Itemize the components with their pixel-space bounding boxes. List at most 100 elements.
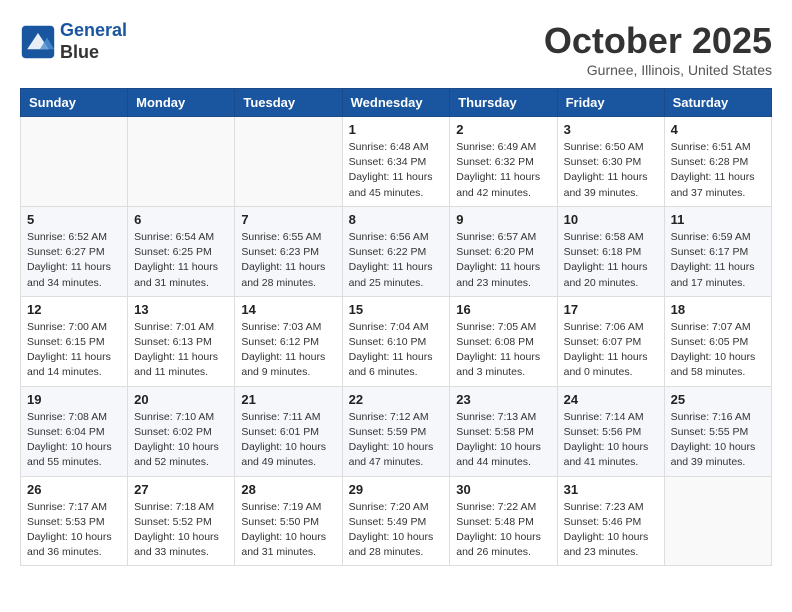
day-number: 16 bbox=[456, 302, 550, 317]
calendar-cell: 2Sunrise: 6:49 AM Sunset: 6:32 PM Daylig… bbox=[450, 117, 557, 207]
calendar-cell bbox=[235, 117, 342, 207]
day-info: Sunrise: 6:51 AM Sunset: 6:28 PM Dayligh… bbox=[671, 140, 765, 201]
logo-line2: Blue bbox=[60, 42, 127, 64]
calendar-cell: 30 Sunrise: 7:22 AM Sunset: 5:48 PM Dayli… bbox=[450, 476, 557, 566]
day-number: 15 bbox=[349, 302, 444, 317]
day-info: Sunrise: 7:08 AM Sunset: 6:04 PM Dayligh… bbox=[27, 410, 121, 471]
day-number: 29 bbox=[349, 482, 444, 497]
day-number: 6 bbox=[134, 212, 228, 227]
calendar-week-row: 26Sunrise: 7:17 AM Sunset: 5:53 PM Dayli… bbox=[21, 476, 772, 566]
day-number: 25 bbox=[671, 392, 765, 407]
day-number: 26 bbox=[27, 482, 121, 497]
day-number: 31 bbox=[564, 482, 658, 497]
day-info: Sunrise: 7:14 AM Sunset: 5:56 PM Dayligh… bbox=[564, 410, 658, 471]
calendar-cell: 16 Sunrise: 7:05 AM Sunset: 6:08 PM Dayli… bbox=[450, 296, 557, 386]
calendar-cell bbox=[21, 117, 128, 207]
calendar-cell bbox=[664, 476, 771, 566]
weekday-header-sunday: Sunday bbox=[21, 89, 128, 117]
day-info: Sunrise: 7:00 AM Sunset: 6:15 PM Dayligh… bbox=[27, 320, 121, 381]
calendar-cell: 4 Sunrise: 6:51 AM Sunset: 6:28 PM Daylig… bbox=[664, 117, 771, 207]
calendar-cell: 18 Sunrise: 7:07 AM Sunset: 6:05 PM Dayli… bbox=[664, 296, 771, 386]
location: Gurnee, Illinois, United States bbox=[544, 62, 772, 78]
day-info: Sunrise: 6:54 AM Sunset: 6:25 PM Dayligh… bbox=[134, 230, 228, 291]
day-number: 14 bbox=[241, 302, 335, 317]
calendar-cell: 8 Sunrise: 6:56 AM Sunset: 6:22 PM Daylig… bbox=[342, 206, 450, 296]
logo-icon bbox=[20, 24, 56, 60]
calendar-cell: 22 Sunrise: 7:12 AM Sunset: 5:59 PM Dayli… bbox=[342, 386, 450, 476]
logo: General Blue bbox=[20, 20, 127, 63]
calendar-cell: 26Sunrise: 7:17 AM Sunset: 5:53 PM Dayli… bbox=[21, 476, 128, 566]
calendar-cell: 13 Sunrise: 7:01 AM Sunset: 6:13 PM Dayli… bbox=[128, 296, 235, 386]
calendar-week-row: 12 Sunrise: 7:00 AM Sunset: 6:15 PM Dayli… bbox=[21, 296, 772, 386]
calendar-cell: 1Sunrise: 6:48 AM Sunset: 6:34 PM Daylig… bbox=[342, 117, 450, 207]
calendar-cell: 31Sunrise: 7:23 AM Sunset: 5:46 PM Dayli… bbox=[557, 476, 664, 566]
day-info: Sunrise: 7:07 AM Sunset: 6:05 PM Dayligh… bbox=[671, 320, 765, 381]
day-info: Sunrise: 7:16 AM Sunset: 5:55 PM Dayligh… bbox=[671, 410, 765, 471]
day-info: Sunrise: 6:52 AM Sunset: 6:27 PM Dayligh… bbox=[27, 230, 121, 291]
calendar-week-row: 5 Sunrise: 6:52 AM Sunset: 6:27 PM Daylig… bbox=[21, 206, 772, 296]
calendar-cell: 21 Sunrise: 7:11 AM Sunset: 6:01 PM Dayli… bbox=[235, 386, 342, 476]
title-block: October 2025 Gurnee, Illinois, United St… bbox=[544, 20, 772, 78]
day-number: 19 bbox=[27, 392, 121, 407]
weekday-header-wednesday: Wednesday bbox=[342, 89, 450, 117]
calendar-cell: 14Sunrise: 7:03 AM Sunset: 6:12 PM Dayli… bbox=[235, 296, 342, 386]
day-number: 4 bbox=[671, 122, 765, 137]
calendar-cell: 27Sunrise: 7:18 AM Sunset: 5:52 PM Dayli… bbox=[128, 476, 235, 566]
weekday-header-monday: Monday bbox=[128, 89, 235, 117]
calendar-cell: 23 Sunrise: 7:13 AM Sunset: 5:58 PM Dayli… bbox=[450, 386, 557, 476]
day-number: 5 bbox=[27, 212, 121, 227]
logo-line1: General bbox=[60, 20, 127, 40]
calendar-cell: 11 Sunrise: 6:59 AM Sunset: 6:17 PM Dayli… bbox=[664, 206, 771, 296]
calendar-cell: 17 Sunrise: 7:06 AM Sunset: 6:07 PM Dayli… bbox=[557, 296, 664, 386]
day-number: 28 bbox=[241, 482, 335, 497]
day-number: 12 bbox=[27, 302, 121, 317]
page-header: General Blue October 2025 Gurnee, Illino… bbox=[20, 20, 772, 78]
day-number: 8 bbox=[349, 212, 444, 227]
day-info: Sunrise: 7:06 AM Sunset: 6:07 PM Dayligh… bbox=[564, 320, 658, 381]
day-number: 21 bbox=[241, 392, 335, 407]
calendar-cell bbox=[128, 117, 235, 207]
calendar-week-row: 1Sunrise: 6:48 AM Sunset: 6:34 PM Daylig… bbox=[21, 117, 772, 207]
calendar-cell: 6 Sunrise: 6:54 AM Sunset: 6:25 PM Daylig… bbox=[128, 206, 235, 296]
weekday-header-row: SundayMondayTuesdayWednesdayThursdayFrid… bbox=[21, 89, 772, 117]
day-info: Sunrise: 7:12 AM Sunset: 5:59 PM Dayligh… bbox=[349, 410, 444, 471]
day-number: 30 bbox=[456, 482, 550, 497]
calendar-cell: 5 Sunrise: 6:52 AM Sunset: 6:27 PM Daylig… bbox=[21, 206, 128, 296]
day-info: Sunrise: 7:05 AM Sunset: 6:08 PM Dayligh… bbox=[456, 320, 550, 381]
day-info: Sunrise: 7:11 AM Sunset: 6:01 PM Dayligh… bbox=[241, 410, 335, 471]
calendar-table: SundayMondayTuesdayWednesdayThursdayFrid… bbox=[20, 88, 772, 566]
calendar-cell: 15Sunrise: 7:04 AM Sunset: 6:10 PM Dayli… bbox=[342, 296, 450, 386]
day-info: Sunrise: 6:59 AM Sunset: 6:17 PM Dayligh… bbox=[671, 230, 765, 291]
calendar-cell: 28 Sunrise: 7:19 AM Sunset: 5:50 PM Dayli… bbox=[235, 476, 342, 566]
day-number: 23 bbox=[456, 392, 550, 407]
day-number: 11 bbox=[671, 212, 765, 227]
day-info: Sunrise: 6:56 AM Sunset: 6:22 PM Dayligh… bbox=[349, 230, 444, 291]
calendar-cell: 7Sunrise: 6:55 AM Sunset: 6:23 PM Daylig… bbox=[235, 206, 342, 296]
day-info: Sunrise: 7:18 AM Sunset: 5:52 PM Dayligh… bbox=[134, 500, 228, 561]
day-number: 22 bbox=[349, 392, 444, 407]
day-number: 3 bbox=[564, 122, 658, 137]
day-info: Sunrise: 7:13 AM Sunset: 5:58 PM Dayligh… bbox=[456, 410, 550, 471]
day-info: Sunrise: 7:22 AM Sunset: 5:48 PM Dayligh… bbox=[456, 500, 550, 561]
day-info: Sunrise: 7:19 AM Sunset: 5:50 PM Dayligh… bbox=[241, 500, 335, 561]
day-info: Sunrise: 6:58 AM Sunset: 6:18 PM Dayligh… bbox=[564, 230, 658, 291]
day-info: Sunrise: 7:01 AM Sunset: 6:13 PM Dayligh… bbox=[134, 320, 228, 381]
day-info: Sunrise: 7:10 AM Sunset: 6:02 PM Dayligh… bbox=[134, 410, 228, 471]
calendar-cell: 9 Sunrise: 6:57 AM Sunset: 6:20 PM Daylig… bbox=[450, 206, 557, 296]
calendar-cell: 25 Sunrise: 7:16 AM Sunset: 5:55 PM Dayli… bbox=[664, 386, 771, 476]
day-number: 20 bbox=[134, 392, 228, 407]
day-number: 24 bbox=[564, 392, 658, 407]
calendar-week-row: 19 Sunrise: 7:08 AM Sunset: 6:04 PM Dayli… bbox=[21, 386, 772, 476]
day-number: 13 bbox=[134, 302, 228, 317]
day-info: Sunrise: 6:49 AM Sunset: 6:32 PM Dayligh… bbox=[456, 140, 550, 201]
day-number: 9 bbox=[456, 212, 550, 227]
day-number: 7 bbox=[241, 212, 335, 227]
day-number: 17 bbox=[564, 302, 658, 317]
day-number: 18 bbox=[671, 302, 765, 317]
logo-text: General Blue bbox=[60, 20, 127, 63]
weekday-header-tuesday: Tuesday bbox=[235, 89, 342, 117]
day-info: Sunrise: 6:57 AM Sunset: 6:20 PM Dayligh… bbox=[456, 230, 550, 291]
calendar-cell: 19 Sunrise: 7:08 AM Sunset: 6:04 PM Dayli… bbox=[21, 386, 128, 476]
day-number: 1 bbox=[349, 122, 444, 137]
weekday-header-saturday: Saturday bbox=[664, 89, 771, 117]
